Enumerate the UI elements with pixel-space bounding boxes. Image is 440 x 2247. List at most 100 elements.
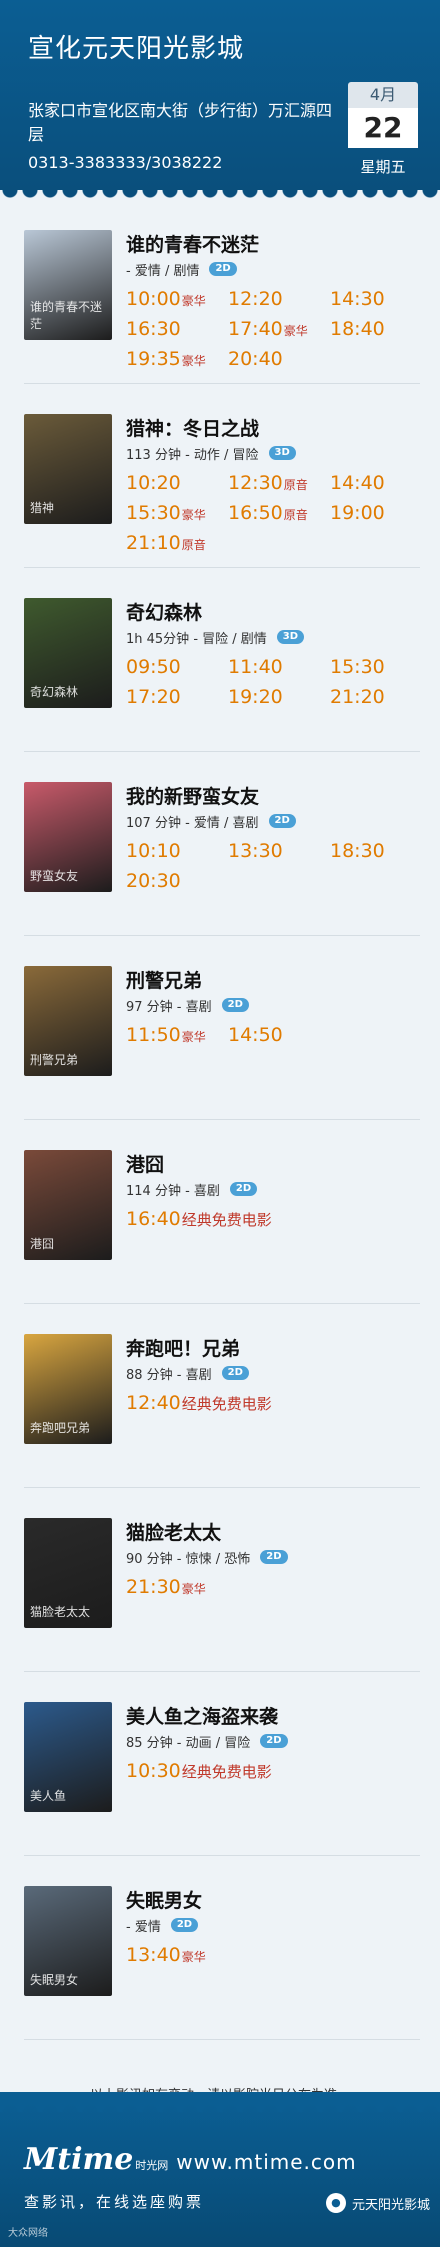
showtime-time: 15:30 [330, 656, 385, 678]
movie-info: 谁的青春不迷茫 - 爱情 / 剧情 2D 10:00豪华 12:20 14:30 16… [126, 230, 432, 383]
showtime-slot[interactable]: 20:40 [228, 348, 330, 378]
showtime-slot[interactable]: 21:30豪华 [126, 1576, 228, 1606]
showtime-slot[interactable]: 19:00 [330, 502, 432, 532]
movie-meta: 107 分钟 - 爱情 / 喜剧 2D [126, 810, 432, 832]
showtime-list: 10:20 12:30原音 14:40 15:30豪华 16:50原音 19:00 21:1… [126, 472, 432, 562]
showtime-time: 09:50 [126, 656, 181, 678]
showtime-slot[interactable]: 15:30豪华 [126, 502, 228, 532]
format-badge: 2D [260, 1734, 288, 1748]
movie-item[interactable]: 美人鱼 美人鱼之海盗来袭 85 分钟 - 动画 / 冒险 2D 10:30经典免… [24, 1672, 420, 1856]
mtime-site-link[interactable]: www.mtime.com [176, 2150, 356, 2174]
showtime-time: 12:30 [228, 472, 283, 494]
movie-meta-text: 90 分钟 - 惊悚 / 恐怖 [126, 1551, 251, 1567]
movie-item[interactable]: 猫脸老太太 猫脸老太太 90 分钟 - 惊悚 / 恐怖 2D 21:30豪华 [24, 1488, 420, 1672]
showtime-time: 19:35 [126, 348, 181, 370]
movie-item[interactable]: 奔跑吧兄弟 奔跑吧！兄弟 88 分钟 - 喜剧 2D 12:40经典免费电影 [24, 1304, 420, 1488]
date-weekday: 星期五 [360, 158, 406, 176]
showtime-tag: 豪华 [181, 354, 206, 368]
showtime-slot[interactable]: 13:30 [228, 840, 330, 870]
movie-title[interactable]: 猎神：冬日之战 [126, 414, 432, 442]
showtime-slot[interactable]: 10:30经典免费电影 [126, 1760, 330, 1790]
showtime-slot[interactable]: 13:40豪华 [126, 1944, 228, 1974]
showtime-time: 16:30 [126, 318, 181, 340]
showtime-slot[interactable]: 10:20 [126, 472, 228, 502]
movie-poster[interactable]: 美人鱼 [24, 1702, 112, 1812]
movie-title[interactable]: 刑警兄弟 [126, 966, 432, 994]
movie-info: 美人鱼之海盗来袭 85 分钟 - 动画 / 冒险 2D 10:30经典免费电影 [126, 1702, 432, 1855]
showtime-slot[interactable]: 11:40 [228, 656, 330, 686]
format-badge: 2D [268, 814, 296, 828]
movie-poster[interactable]: 失眠男女 [24, 1886, 112, 1996]
date-month: 4月 [348, 82, 418, 108]
showtime-slot[interactable]: 16:40经典免费电影 [126, 1208, 330, 1238]
movie-item[interactable]: 刑警兄弟 刑警兄弟 97 分钟 - 喜剧 2D 11:50豪华 14:50 [24, 936, 420, 1120]
showtime-slot[interactable]: 16:50原音 [228, 502, 330, 532]
showtime-slot[interactable]: 15:30 [330, 656, 432, 686]
showtime-slot[interactable]: 17:40豪华 [228, 318, 330, 348]
movie-poster[interactable]: 谁的青春不迷茫 [24, 230, 112, 340]
movie-item[interactable]: 谁的青春不迷茫 谁的青春不迷茫 - 爱情 / 剧情 2D 10:00豪华 12:2… [24, 200, 420, 384]
showtime-time: 14:40 [330, 472, 385, 494]
movie-info: 猎神：冬日之战 113 分钟 - 动作 / 冒险 3D 10:20 12:30原音… [126, 414, 432, 567]
showtime-slot[interactable]: 12:30原音 [228, 472, 330, 502]
showtime-slot[interactable]: 21:20 [330, 686, 432, 716]
movie-item[interactable]: 港囧 港囧 114 分钟 - 喜剧 2D 16:40经典免费电影 [24, 1120, 420, 1304]
format-badge: 2D [221, 998, 249, 1012]
movie-meta: 90 分钟 - 惊悚 / 恐怖 2D [126, 1546, 432, 1568]
showtime-slot[interactable]: 17:20 [126, 686, 228, 716]
showtime-time: 18:40 [330, 318, 385, 340]
movie-title[interactable]: 奔跑吧！兄弟 [126, 1334, 432, 1362]
movie-title[interactable]: 港囧 [126, 1150, 432, 1178]
movie-poster[interactable]: 猎神 [24, 414, 112, 524]
showtime-slot[interactable]: 14:30 [330, 288, 432, 318]
movie-item[interactable]: 失眠男女 失眠男女 - 爱情 2D 13:40豪华 [24, 1856, 420, 2040]
movie-list: 谁的青春不迷茫 谁的青春不迷茫 - 爱情 / 剧情 2D 10:00豪华 12:2… [0, 200, 440, 2040]
format-badge: 2D [260, 1550, 288, 1564]
showtime-slot[interactable]: 11:50豪华 [126, 1024, 228, 1054]
showtime-list: 16:40经典免费电影 [126, 1208, 432, 1238]
movie-poster[interactable]: 刑警兄弟 [24, 966, 112, 1076]
showtime-slot[interactable]: 10:00豪华 [126, 288, 228, 318]
movie-poster[interactable]: 奇幻森林 [24, 598, 112, 708]
cinema-title: 宣化元天阳光影城 [28, 34, 245, 64]
showtime-slot[interactable]: 12:40经典免费电影 [126, 1392, 330, 1422]
showtime-slot[interactable]: 12:20 [228, 288, 330, 318]
movie-item[interactable]: 野蛮女友 我的新野蛮女友 107 分钟 - 爱情 / 喜剧 2D 10:10 13… [24, 752, 420, 936]
showtime-slot[interactable]: 18:40 [330, 318, 432, 348]
watermark-right: ● 元天阳光影城 [325, 2193, 430, 2213]
showtime-time: 12:40 [126, 1392, 181, 1414]
movie-item[interactable]: 奇幻森林 奇幻森林 1h 45分钟 - 冒险 / 剧情 3D 09:50 11:4… [24, 568, 420, 752]
movie-poster[interactable]: 港囧 [24, 1150, 112, 1260]
showtime-time: 19:00 [330, 502, 385, 524]
showtime-tag: 经典免费电影 [181, 1395, 272, 1413]
movie-meta: 88 分钟 - 喜剧 2D [126, 1362, 432, 1384]
showtime-slot[interactable]: 09:50 [126, 656, 228, 686]
mtime-brand[interactable]: Mtime 时光网 www.mtime.com [24, 2142, 416, 2177]
showtime-tag: 豪华 [181, 508, 206, 522]
movie-poster[interactable]: 野蛮女友 [24, 782, 112, 892]
movie-title[interactable]: 谁的青春不迷茫 [126, 230, 432, 258]
showtime-slot[interactable]: 16:30 [126, 318, 228, 348]
movie-info: 猫脸老太太 90 分钟 - 惊悚 / 恐怖 2D 21:30豪华 [126, 1518, 432, 1671]
showtime-slot[interactable]: 19:20 [228, 686, 330, 716]
movie-poster[interactable]: 奔跑吧兄弟 [24, 1334, 112, 1444]
showtime-slot[interactable]: 21:10原音 [126, 532, 228, 562]
showtime-list: 21:30豪华 [126, 1576, 432, 1606]
poster-title: 野蛮女友 [30, 869, 79, 883]
movie-title[interactable]: 我的新野蛮女友 [126, 782, 432, 810]
movie-title[interactable]: 美人鱼之海盗来袭 [126, 1702, 432, 1730]
movie-item[interactable]: 猎神 猎神：冬日之战 113 分钟 - 动作 / 冒险 3D 10:20 12:3… [24, 384, 420, 568]
showtime-list: 09:50 11:40 15:30 17:20 19:20 21:20 [126, 656, 432, 716]
movie-poster[interactable]: 猫脸老太太 [24, 1518, 112, 1628]
movie-title[interactable]: 奇幻森林 [126, 598, 432, 626]
movie-meta: 114 分钟 - 喜剧 2D [126, 1178, 432, 1200]
showtime-slot[interactable]: 14:40 [330, 472, 432, 502]
showtime-slot[interactable]: 14:50 [228, 1024, 330, 1054]
showtime-time: 12:20 [228, 288, 283, 310]
movie-title[interactable]: 失眠男女 [126, 1886, 432, 1914]
movie-title[interactable]: 猫脸老太太 [126, 1518, 432, 1546]
showtime-slot[interactable]: 20:30 [126, 870, 228, 900]
showtime-slot[interactable]: 19:35豪华 [126, 348, 228, 378]
showtime-slot[interactable]: 18:30 [330, 840, 432, 870]
showtime-slot[interactable]: 10:10 [126, 840, 228, 870]
